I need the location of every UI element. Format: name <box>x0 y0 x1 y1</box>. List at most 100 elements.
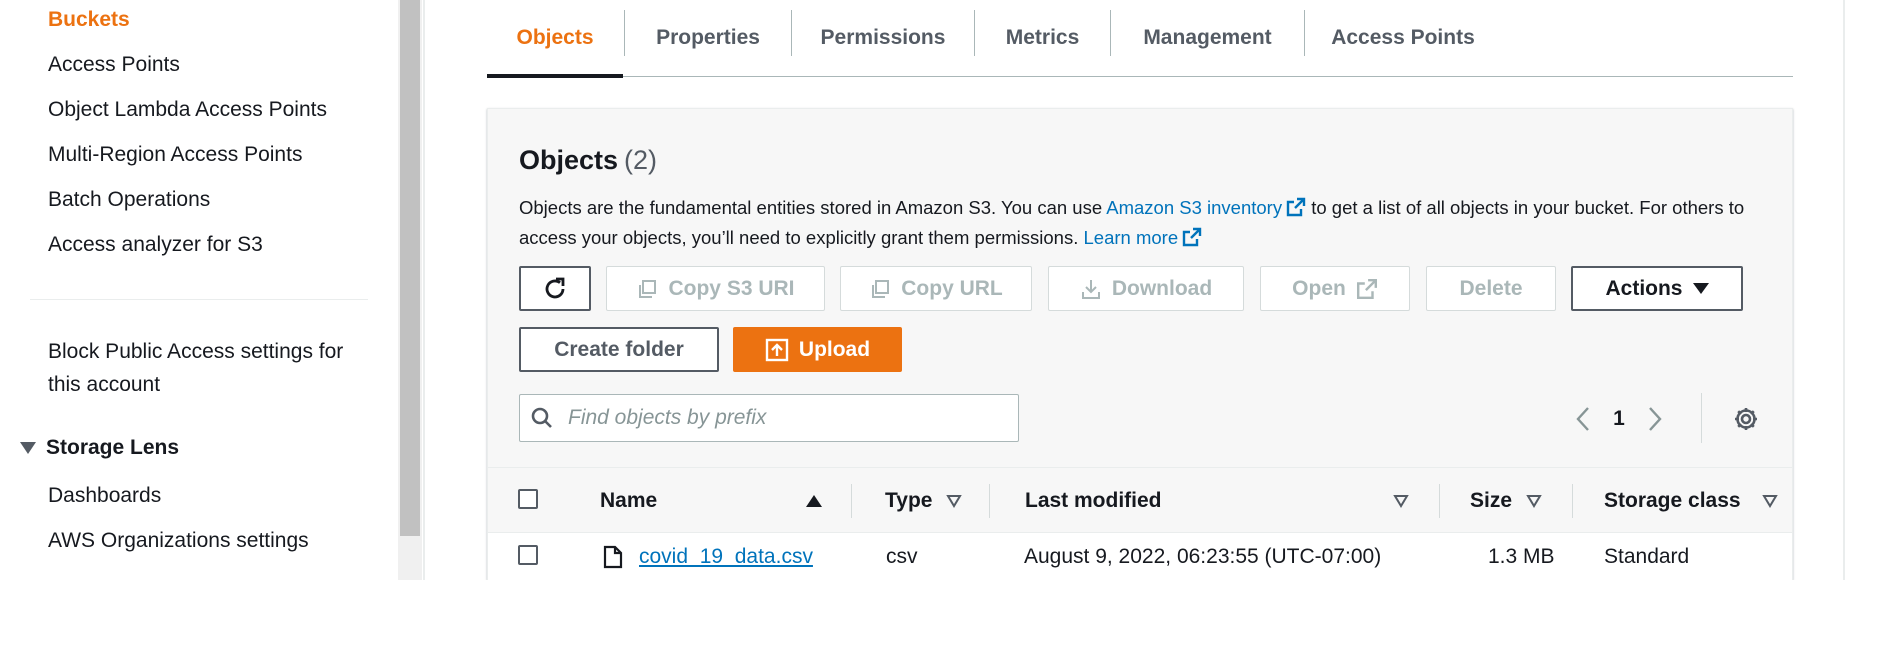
file-icon <box>603 545 623 569</box>
open-label: Open <box>1292 276 1346 300</box>
main-panel-border <box>1843 0 1845 580</box>
actions-label: Actions <box>1605 276 1683 300</box>
cell-storage-class: Standard <box>1604 545 1690 568</box>
page-footer-blank <box>0 580 1880 648</box>
sidebar-section-storage-lens-label: Storage Lens <box>46 436 180 459</box>
copy-s3-uri-label: Copy S3 URI <box>668 276 795 300</box>
tab-access-points[interactable]: Access Points <box>1305 0 1501 76</box>
objects-container: Objects (2) Objects are the fundamental e… <box>487 108 1793 581</box>
column-header-type[interactable]: Type <box>885 468 975 534</box>
copy-icon <box>639 279 657 298</box>
external-link-icon <box>1182 227 1202 247</box>
download-label: Download <box>1111 276 1213 300</box>
delete-button[interactable]: Delete <box>1426 266 1556 311</box>
tab-properties[interactable]: Properties <box>625 0 791 76</box>
column-header-name-label: Name <box>600 489 658 512</box>
actions-dropdown[interactable]: Actions <box>1571 266 1743 311</box>
sidebar-item-object-lambda-access-points[interactable]: Object Lambda Access Points <box>48 96 327 124</box>
download-button[interactable]: Download <box>1048 266 1244 311</box>
search-icon <box>531 407 552 428</box>
column-separator <box>1572 484 1573 518</box>
pagination-separator <box>1701 393 1702 443</box>
sidebar-item-access-analyzer[interactable]: Access analyzer for S3 <box>48 231 263 259</box>
upload-label: Upload <box>798 337 871 361</box>
objects-count: (2) <box>624 145 658 175</box>
sidebar-item-block-public-access[interactable]: Block Public Access settings for this ac… <box>48 338 343 399</box>
sidebar-item-aws-organizations-settings[interactable]: AWS Organizations settings <box>48 527 309 555</box>
s3-inventory-link[interactable]: Amazon S3 inventory <box>1106 197 1306 218</box>
sidebar-item-multi-region-access-points[interactable]: Multi-Region Access Points <box>48 141 302 169</box>
column-header-last-modified-label: Last modified <box>1025 489 1162 512</box>
cell-name: covid_19_data.csv <box>603 533 813 581</box>
learn-more-link[interactable]: Learn more <box>1084 227 1203 248</box>
objects-description-text-1: Objects are the fundamental entities sto… <box>519 197 1107 218</box>
learn-more-link-label: Learn more <box>1083 227 1179 248</box>
column-header-storage-class-label: Storage class <box>1604 489 1741 512</box>
sort-ascending-icon <box>806 495 822 507</box>
sidebar: Buckets Access Points Object Lambda Acce… <box>0 0 400 580</box>
copy-icon <box>872 279 890 298</box>
caret-down-icon <box>20 442 36 454</box>
refresh-icon <box>545 277 565 298</box>
gear-icon <box>1735 408 1757 430</box>
column-separator <box>851 484 852 518</box>
column-header-type-label: Type <box>885 489 933 512</box>
objects-description: Objects are the fundamental entities sto… <box>519 193 1769 253</box>
page-number[interactable]: 1 <box>1595 407 1643 431</box>
create-folder-button[interactable]: Create folder <box>519 327 719 372</box>
tab-objects[interactable]: Objects <box>487 0 623 78</box>
sidebar-scrollbar-thumb[interactable] <box>400 0 420 536</box>
sidebar-item-access-points[interactable]: Access Points <box>48 51 180 79</box>
refresh-button[interactable] <box>519 266 591 311</box>
copy-s3-uri-button[interactable]: Copy S3 URI <box>606 266 825 311</box>
pagination: 1 <box>1571 399 1667 439</box>
tab-bar: Objects Properties Permissions Metrics M… <box>487 0 1793 78</box>
sidebar-item-dashboards[interactable]: Dashboards <box>48 482 161 510</box>
sidebar-item-block-public-access-line2: this account <box>48 373 161 396</box>
chevron-left-icon[interactable] <box>1571 404 1595 434</box>
tab-management[interactable]: Management <box>1111 0 1304 76</box>
external-link-icon <box>1286 197 1306 217</box>
copy-url-label: Copy URL <box>901 276 1003 300</box>
sort-icon <box>1393 495 1409 508</box>
column-header-size-label: Size <box>1470 489 1513 512</box>
sidebar-section-storage-lens[interactable]: Storage Lens <box>20 436 179 460</box>
sort-icon <box>946 495 963 508</box>
select-all-checkbox[interactable] <box>518 489 538 509</box>
upload-button[interactable]: Upload <box>733 327 902 372</box>
table-preferences-button[interactable] <box>1732 405 1760 438</box>
column-header-name[interactable]: Name <box>600 468 822 534</box>
sidebar-divider <box>30 299 368 300</box>
sort-icon <box>1762 495 1778 508</box>
table-row[interactable]: covid_19_data.csv csv August 9, 2022, 06… <box>488 533 1792 581</box>
sidebar-scrollbar[interactable] <box>398 0 422 580</box>
object-name-link[interactable]: covid_19_data.csv <box>639 545 813 569</box>
search-field[interactable] <box>519 394 1019 442</box>
search-input[interactable] <box>568 406 988 430</box>
delete-label: Delete <box>1459 276 1523 300</box>
s3-inventory-link-label: Amazon S3 inventory <box>1106 197 1283 218</box>
open-button[interactable]: Open <box>1260 266 1410 311</box>
sidebar-item-block-public-access-line1: Block Public Access settings for <box>48 340 344 363</box>
create-folder-label: Create folder <box>554 337 684 361</box>
external-link-icon <box>1356 278 1377 299</box>
chevron-right-icon[interactable] <box>1643 404 1667 434</box>
column-header-last-modified[interactable]: Last modified <box>1025 468 1409 534</box>
row-checkbox[interactable] <box>518 545 538 565</box>
sidebar-item-batch-operations[interactable]: Batch Operations <box>48 186 210 214</box>
column-header-storage-class[interactable]: Storage class <box>1604 468 1778 534</box>
column-separator <box>1439 484 1440 518</box>
upload-icon <box>765 338 789 361</box>
tab-permissions[interactable]: Permissions <box>792 0 974 76</box>
cell-last-modified: August 9, 2022, 06:23:55 (UTC-07:00) <box>1024 545 1382 568</box>
tab-metrics[interactable]: Metrics <box>975 0 1110 76</box>
copy-url-button[interactable]: Copy URL <box>840 266 1032 311</box>
caret-down-icon <box>1692 283 1709 294</box>
column-separator <box>989 484 990 518</box>
download-icon <box>1081 279 1100 299</box>
cell-type: csv <box>886 545 918 568</box>
sidebar-item-buckets[interactable]: Buckets <box>48 6 130 34</box>
main-panel: Objects Properties Permissions Metrics M… <box>425 0 1845 581</box>
sort-icon <box>1526 495 1542 508</box>
column-header-size[interactable]: Size <box>1470 468 1566 534</box>
